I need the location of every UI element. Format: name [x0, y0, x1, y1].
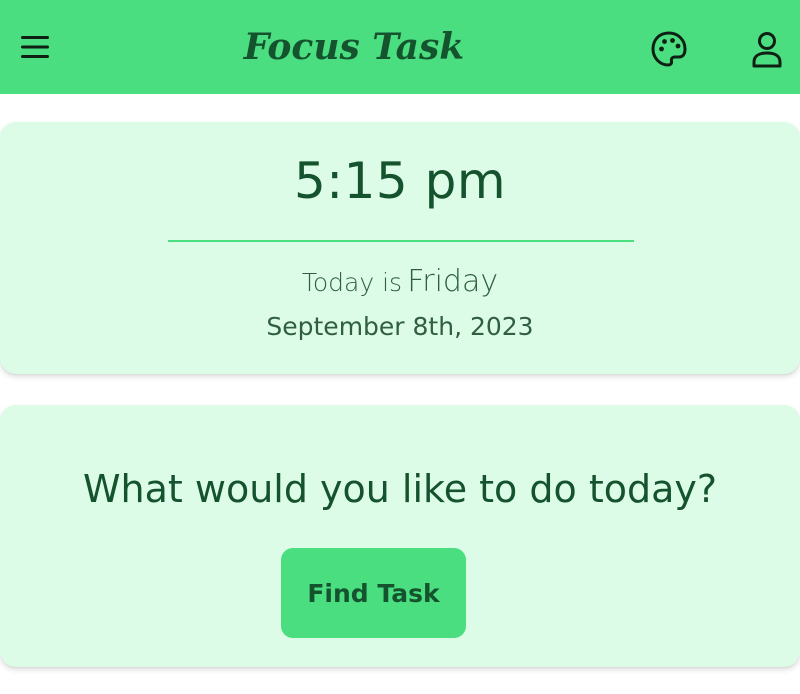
find-task-button[interactable]: Find Task [281, 548, 466, 638]
clock-card: 5:15 pm Today is Friday September 8th, 2… [0, 122, 800, 374]
today-line: Today is Friday [0, 264, 800, 299]
prompt-question: What would you like to do today? [82, 467, 718, 511]
user-icon [752, 32, 782, 68]
app-title-text: Focus Task [243, 26, 465, 68]
current-time: 5:15 pm [293, 152, 507, 210]
app-root: Focus Task 5:15 pm Today is Friday Septe [0, 0, 800, 694]
clock-divider [168, 240, 634, 242]
hamburger-menu-icon [21, 36, 49, 58]
current-day: Friday [407, 264, 499, 299]
profile-button[interactable] [744, 26, 790, 72]
current-date: September 8th, 2023 [266, 312, 534, 341]
top-app-bar: Focus Task [0, 0, 800, 94]
task-prompt-card: What would you like to do today? Find Ta… [0, 405, 800, 667]
theme-button[interactable] [646, 26, 692, 72]
today-prefix: Today is [301, 268, 403, 297]
palette-icon [651, 31, 687, 67]
menu-button[interactable] [12, 24, 58, 70]
